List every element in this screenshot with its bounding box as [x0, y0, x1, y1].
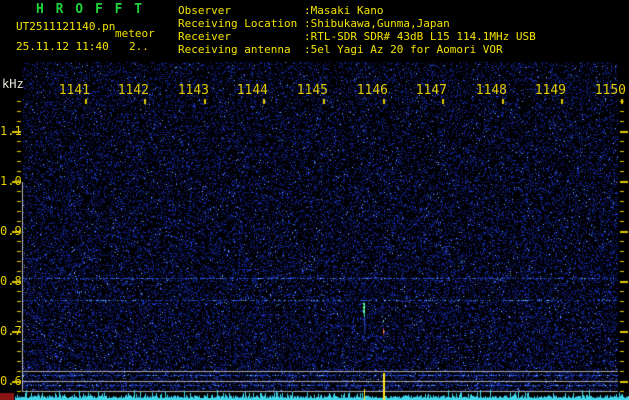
y-tick-label: 0.8: [0, 274, 22, 288]
receiver-value: :RTL-SDR SDR# 43dB L15 114.1MHz USB: [304, 30, 536, 43]
x-tick-label: 1141: [58, 83, 90, 98]
meteor-count: 2..: [129, 40, 149, 53]
x-tick-label: 1147: [415, 83, 447, 98]
location-value: :Shibukawa,Gunma,Japan: [304, 17, 450, 30]
filename-label: UT2511121140.pn: [16, 20, 116, 33]
x-tick-label: 1144: [236, 83, 268, 98]
spectrogram-canvas: [0, 0, 629, 400]
y-tick-label: 0.7: [0, 324, 22, 338]
x-tick-label: 1145: [296, 83, 328, 98]
x-tick-label: 1142: [117, 83, 149, 98]
x-tick-label: 1143: [177, 83, 209, 98]
x-tick-label: 1148: [475, 83, 507, 98]
x-tick-label: 1150: [594, 83, 626, 98]
mode-label: meteor: [115, 27, 155, 40]
x-tick-label: 1146: [356, 83, 388, 98]
antenna-value: :5el Yagi Az 20 for Aomori VOR: [304, 43, 503, 56]
observer-value: :Masaki Kano: [304, 4, 384, 17]
observer-label: Observer: [178, 4, 231, 17]
y-tick-label: 1.0: [0, 174, 22, 188]
x-tick-label: 1149: [534, 83, 566, 98]
datetime-label: 25.11.12 11:40: [16, 40, 109, 53]
app-title: H R O F F T: [36, 2, 145, 17]
location-label: Receiving Location: [178, 17, 298, 30]
hrofft-output: H R O F F T UT2511121140.pn meteor 25.11…: [0, 0, 629, 400]
khz-unit-label: kHz: [2, 77, 24, 91]
receiver-label: Receiver: [178, 30, 231, 43]
y-tick-label: 0.6: [0, 374, 22, 388]
y-tick-label: 1.1: [0, 124, 22, 138]
antenna-label: Receiving antenna: [178, 43, 291, 56]
y-tick-label: 0.9: [0, 224, 22, 238]
